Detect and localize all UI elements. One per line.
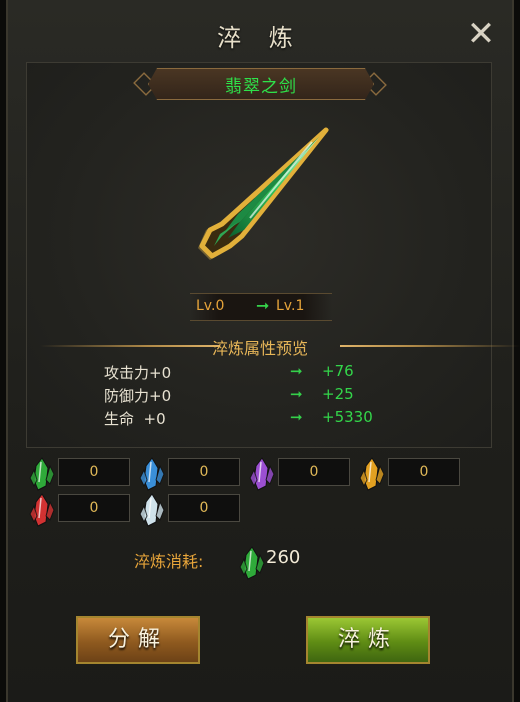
purple-crystal-icon (248, 456, 276, 492)
close-icon[interactable]: ✕ (466, 17, 496, 51)
cost-label: 淬炼消耗: (134, 552, 204, 571)
orange-crystal-icon (358, 456, 386, 492)
divider-right (340, 345, 520, 347)
blue-crystal-icon (138, 456, 166, 492)
material-count: 0 (58, 494, 130, 522)
stat-value: +5330 (322, 408, 373, 426)
white-crystal-icon (138, 492, 166, 528)
stat-label: 攻击力+0 (104, 364, 172, 382)
decompose-button[interactable]: 分解 (76, 616, 200, 664)
stat-value: +25 (322, 385, 354, 403)
material-count: 0 (278, 458, 350, 486)
stat-value: +76 (322, 362, 354, 380)
material-count: 0 (168, 494, 240, 522)
stat-arrow-icon: ➞ (290, 385, 303, 403)
cost-value: 260 (266, 547, 301, 568)
level-arrow-icon: ➞ (256, 296, 270, 315)
red-crystal-icon (28, 492, 56, 528)
level-current: Lv.0 (196, 298, 225, 314)
dialog-title: 淬 炼 (217, 24, 303, 52)
level-next: Lv.1 (276, 298, 305, 314)
item-name: 翡翠之剑 (225, 77, 297, 97)
material-count: 0 (58, 458, 130, 486)
emerald-sword-icon (180, 118, 340, 278)
stat-arrow-icon: ➞ (290, 362, 303, 380)
stat-label: 生命 +0 (104, 410, 166, 428)
material-count: 0 (388, 458, 460, 486)
stat-arrow-icon: ➞ (290, 408, 303, 426)
green-crystal-icon (238, 545, 266, 581)
refine-button[interactable]: 淬炼 (306, 616, 430, 664)
green-crystal-icon (28, 456, 56, 492)
material-count: 0 (168, 458, 240, 486)
preview-title: 淬炼属性预览 (211, 339, 308, 358)
stat-label: 防御力+0 (104, 387, 172, 405)
